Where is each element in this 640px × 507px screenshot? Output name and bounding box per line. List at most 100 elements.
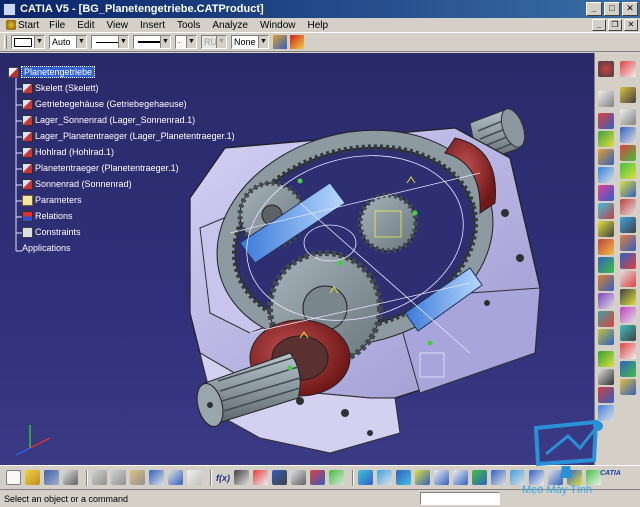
replace-component-icon[interactable] <box>598 91 614 107</box>
tree-item[interactable]: Constraints <box>22 225 81 239</box>
open-folder-icon[interactable] <box>25 470 40 485</box>
pan-icon[interactable] <box>396 470 411 485</box>
redo-icon[interactable] <box>168 470 183 485</box>
add-icon[interactable] <box>620 289 636 305</box>
properties-icon[interactable] <box>329 470 344 485</box>
print-icon[interactable] <box>63 470 78 485</box>
component-icon[interactable] <box>310 470 325 485</box>
quick-constraint-icon[interactable] <box>598 275 614 291</box>
brush-icon[interactable] <box>290 35 304 49</box>
offset-constraint-icon[interactable] <box>598 203 614 219</box>
reuse-pattern-icon[interactable] <box>598 329 614 345</box>
tree-item[interactable]: Skelett (Skelett) <box>22 81 99 95</box>
snap-icon[interactable] <box>598 131 614 147</box>
graph-tree-icon[interactable] <box>620 87 636 103</box>
menu-help[interactable]: Help <box>302 20 335 31</box>
tree-root[interactable]: Planetengetriebe <box>8 65 96 79</box>
menu-start[interactable]: Start <box>2 20 43 31</box>
fix-component-icon[interactable] <box>598 239 614 255</box>
update-icon[interactable] <box>620 199 636 215</box>
tree-item[interactable]: Getriebegehäuse (Getriebegehaeuse) <box>22 97 187 111</box>
remove-icon[interactable] <box>620 307 636 323</box>
distance-icon[interactable] <box>598 405 614 421</box>
new-component-icon[interactable] <box>598 61 614 77</box>
maximize-button[interactable]: □ <box>604 2 620 16</box>
tree-item[interactable]: Parameters <box>22 193 82 207</box>
explode-icon[interactable] <box>598 149 614 165</box>
manage-representations-icon[interactable] <box>620 145 636 161</box>
fly-mode-icon[interactable] <box>358 470 373 485</box>
coincidence-constraint-icon[interactable] <box>598 167 614 183</box>
color-combo[interactable]: ▼ <box>11 35 45 49</box>
menu-insert[interactable]: Insert <box>134 20 171 31</box>
tree-item[interactable]: Applications <box>22 241 71 255</box>
command-input[interactable] <box>420 492 500 505</box>
paste-icon[interactable] <box>130 470 145 485</box>
hole-icon[interactable] <box>620 253 636 269</box>
catalog-icon[interactable] <box>253 470 268 485</box>
formula-icon[interactable]: f(x) <box>216 473 230 483</box>
transparency-combo[interactable]: Auto ▼ <box>49 35 87 49</box>
existing-component-icon[interactable] <box>620 61 636 77</box>
doc-restore-button[interactable]: ❐ <box>608 19 622 31</box>
tree-item[interactable]: Sonnenrad (Sonnenrad) <box>22 177 132 191</box>
contact-constraint-icon[interactable] <box>598 185 614 201</box>
menu-edit[interactable]: Edit <box>71 20 100 31</box>
space-analysis-icon[interactable] <box>598 351 614 367</box>
menu-view[interactable]: View <box>100 20 134 31</box>
whats-this-icon[interactable] <box>187 470 202 485</box>
format-painter-icon[interactable] <box>273 35 287 49</box>
pocket-icon[interactable] <box>620 271 636 287</box>
fast-multi-instantiation-icon[interactable] <box>620 181 636 197</box>
normal-view-icon[interactable] <box>472 470 487 485</box>
fix-together-icon[interactable] <box>598 257 614 273</box>
clash-icon[interactable] <box>598 369 614 385</box>
copy-icon[interactable] <box>111 470 126 485</box>
menu-file[interactable]: File <box>43 20 71 31</box>
save-icon[interactable] <box>44 470 59 485</box>
flexible-icon[interactable] <box>598 293 614 309</box>
tree-item[interactable]: Relations <box>22 209 73 223</box>
fit-all-icon[interactable] <box>377 470 392 485</box>
angle-constraint-icon[interactable] <box>598 221 614 237</box>
table-icon[interactable] <box>272 470 287 485</box>
scene-icon[interactable] <box>620 361 636 377</box>
zoom-in-icon[interactable] <box>434 470 449 485</box>
cut-icon[interactable] <box>92 470 107 485</box>
lineweight-combo[interactable]: ▼ <box>133 35 171 49</box>
tree-item[interactable]: Lager_Planetentraeger (Lager_Planetentra… <box>22 129 235 143</box>
product-knowledge-icon[interactable] <box>291 470 306 485</box>
layer-combo[interactable]: None ▼ <box>231 35 269 49</box>
multi-view-icon[interactable] <box>491 470 506 485</box>
multi-instantiation-icon[interactable] <box>620 163 636 179</box>
toolbar-grip[interactable] <box>4 35 7 49</box>
close-button[interactable]: ✕ <box>622 2 638 16</box>
sectioning-icon[interactable] <box>598 387 614 403</box>
point-symbol-combo[interactable]: · ▼ <box>175 35 197 49</box>
text-with-leader-icon[interactable] <box>620 343 636 359</box>
doc-minimize-button[interactable]: _ <box>592 19 606 31</box>
tree-item[interactable]: Lager_Sonnenrad (Lager_Sonnenrad.1) <box>22 113 195 127</box>
undo-icon[interactable] <box>149 470 164 485</box>
zoom-out-icon[interactable] <box>453 470 468 485</box>
menu-analyze[interactable]: Analyze <box>206 20 254 31</box>
tree-item[interactable]: Hohlrad (Hohlrad.1) <box>22 145 114 159</box>
selective-load-icon[interactable] <box>620 127 636 143</box>
macro-icon[interactable] <box>234 470 249 485</box>
3d-viewport[interactable]: Planetengetriebe Skelett (Skelett) Getri… <box>0 53 594 465</box>
doc-close-button[interactable]: ✕ <box>624 19 638 31</box>
linetype-combo[interactable]: ▼ <box>91 35 129 49</box>
minimize-button[interactable]: _ <box>586 2 602 16</box>
menu-window[interactable]: Window <box>254 20 302 31</box>
manipulate-icon[interactable] <box>598 113 614 129</box>
change-constraint-icon[interactable] <box>598 311 614 327</box>
new-document-icon[interactable] <box>6 470 21 485</box>
tree-item[interactable]: Planetentraeger (Planetentraeger.1) <box>22 161 179 175</box>
rotate-icon[interactable] <box>415 470 430 485</box>
catalog-browser-icon[interactable] <box>620 379 636 395</box>
menu-tools[interactable]: Tools <box>171 20 206 31</box>
split-icon[interactable] <box>620 235 636 251</box>
generate-numbering-icon[interactable] <box>620 109 636 125</box>
annotation-icon[interactable] <box>620 325 636 341</box>
bill-of-material-icon[interactable] <box>620 217 636 233</box>
